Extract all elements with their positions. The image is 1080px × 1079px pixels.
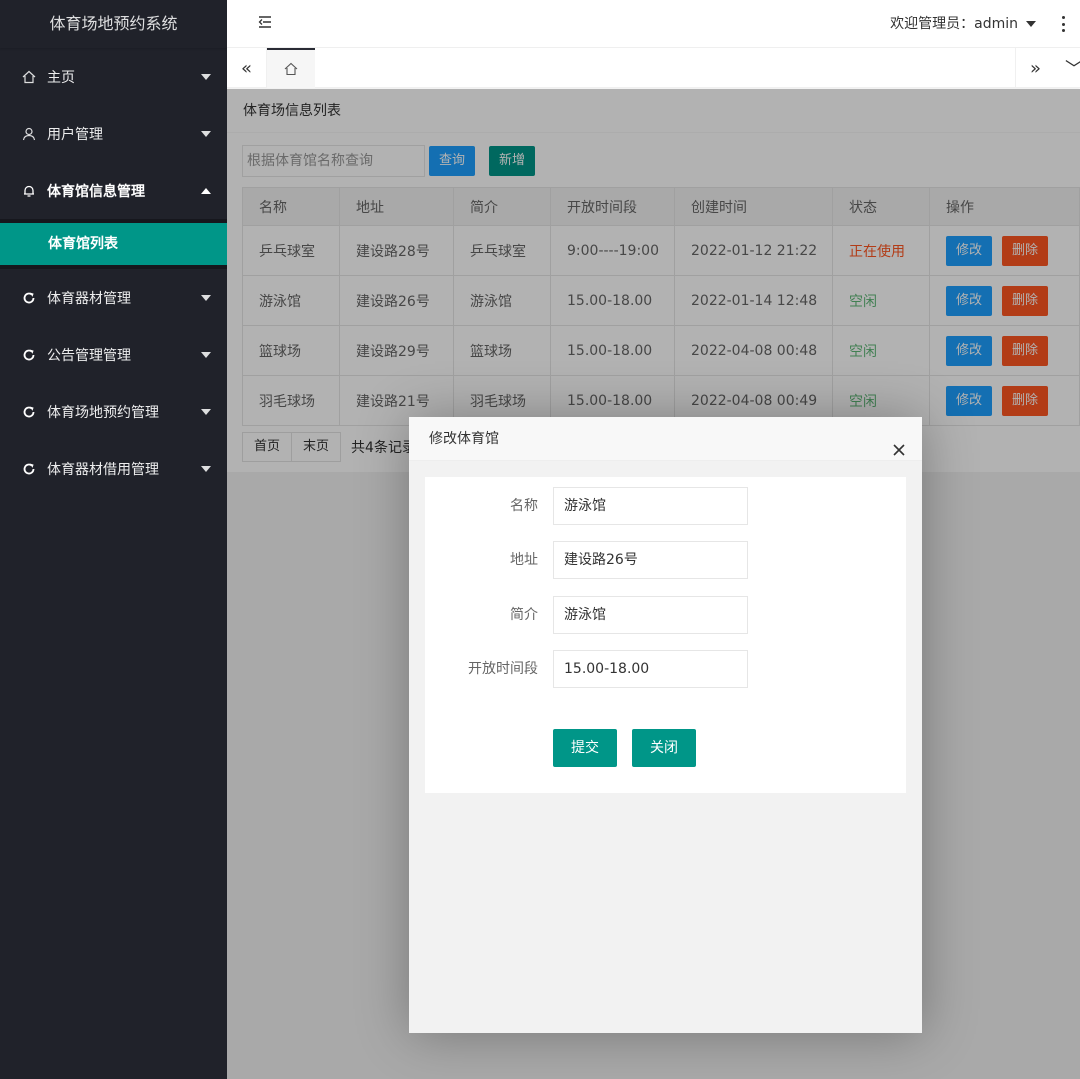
sidebar-toggle-icon[interactable] bbox=[257, 14, 273, 30]
sidebar-item-users[interactable]: 用户管理 bbox=[0, 105, 227, 162]
welcome-text: 欢迎管理员：admin bbox=[890, 16, 1018, 32]
more-vertical-icon[interactable] bbox=[1062, 16, 1066, 32]
refresh-icon bbox=[22, 405, 36, 419]
user-menu[interactable]: 欢迎管理员：admin bbox=[890, 0, 1036, 48]
field-label: 简介 bbox=[510, 607, 538, 623]
field-label: 名称 bbox=[510, 498, 538, 514]
form-row-address: 地址 建设路26号 bbox=[425, 541, 906, 579]
form-row-intro: 简介 游泳馆 bbox=[425, 596, 906, 634]
tab-home[interactable] bbox=[267, 48, 315, 88]
tabs-next-button[interactable]: » bbox=[1015, 48, 1055, 88]
chevron-down-icon bbox=[201, 465, 211, 472]
top-header: 欢迎管理员：admin bbox=[227, 0, 1080, 48]
chevron-down-icon bbox=[201, 294, 211, 301]
home-icon bbox=[22, 70, 36, 84]
field-label: 开放时间段 bbox=[468, 661, 538, 677]
close-icon[interactable] bbox=[892, 431, 906, 456]
chevron-down-icon bbox=[1026, 21, 1036, 27]
chevron-down-icon bbox=[201, 130, 211, 137]
form-row-hours: 开放时间段 15.00-18.00 bbox=[425, 650, 906, 688]
chevron-down-icon bbox=[201, 73, 211, 80]
sidebar-item-venue-list[interactable]: 体育馆列表 bbox=[0, 223, 227, 265]
sidebar-item-venue-info[interactable]: 体育馆信息管理 bbox=[0, 162, 227, 219]
close-button[interactable]: 关闭 bbox=[632, 729, 696, 767]
sidebar-item-label: 体育器材借用管理 bbox=[47, 461, 159, 478]
name-field[interactable]: 游泳馆 bbox=[553, 487, 748, 525]
user-icon bbox=[22, 127, 36, 141]
form-row-name: 名称 游泳馆 bbox=[425, 487, 906, 525]
sidebar: 体育场地预约系统 主页 用户管理 体育馆信息管理 体育馆列表 体育器材管理 公告… bbox=[0, 0, 227, 1079]
intro-field[interactable]: 游泳馆 bbox=[553, 596, 748, 634]
edit-form: 名称 游泳馆 地址 建设路26号 简介 游泳馆 开放时间段 15.00-18.0… bbox=[425, 477, 906, 793]
sidebar-item-label: 用户管理 bbox=[47, 126, 103, 143]
sidebar-item-notices[interactable]: 公告管理管理 bbox=[0, 326, 227, 383]
refresh-icon bbox=[22, 348, 36, 362]
tabs-dropdown-button[interactable]: ﹀ bbox=[1054, 48, 1080, 88]
modal-title-bar: 修改体育馆 bbox=[409, 417, 922, 461]
modal-title: 修改体育馆 bbox=[429, 431, 499, 447]
refresh-icon bbox=[22, 462, 36, 476]
sidebar-submenu: 体育馆列表 bbox=[0, 219, 227, 269]
tabs-prev-button[interactable]: « bbox=[227, 48, 267, 88]
sidebar-item-label: 体育器材管理 bbox=[47, 290, 131, 307]
bell-icon bbox=[22, 184, 36, 198]
refresh-icon bbox=[22, 291, 36, 305]
sidebar-item-label: 体育馆信息管理 bbox=[47, 183, 145, 200]
sidebar-item-borrowing[interactable]: 体育器材借用管理 bbox=[0, 440, 227, 497]
chevron-up-icon bbox=[201, 187, 211, 194]
field-label: 地址 bbox=[510, 552, 538, 568]
sidebar-item-equipment[interactable]: 体育器材管理 bbox=[0, 269, 227, 326]
sidebar-item-label: 主页 bbox=[47, 69, 75, 86]
edit-venue-modal: 修改体育馆 名称 游泳馆 地址 建设路26号 简介 游泳馆 开放时间段 15.0… bbox=[409, 417, 922, 1033]
address-field[interactable]: 建设路26号 bbox=[553, 541, 748, 579]
chevron-down-icon bbox=[201, 351, 211, 358]
sidebar-item-reservations[interactable]: 体育场地预约管理 bbox=[0, 383, 227, 440]
sidebar-item-home[interactable]: 主页 bbox=[0, 48, 227, 105]
chevron-down-icon bbox=[201, 408, 211, 415]
app-logo-title: 体育场地预约系统 bbox=[0, 0, 227, 48]
tabs-bar: « » ﹀ bbox=[227, 48, 1080, 88]
home-icon bbox=[284, 62, 298, 76]
sidebar-item-label: 体育场地预约管理 bbox=[47, 404, 159, 421]
hours-field[interactable]: 15.00-18.00 bbox=[553, 650, 748, 688]
submit-button[interactable]: 提交 bbox=[553, 729, 617, 767]
sidebar-item-label: 公告管理管理 bbox=[47, 347, 131, 364]
